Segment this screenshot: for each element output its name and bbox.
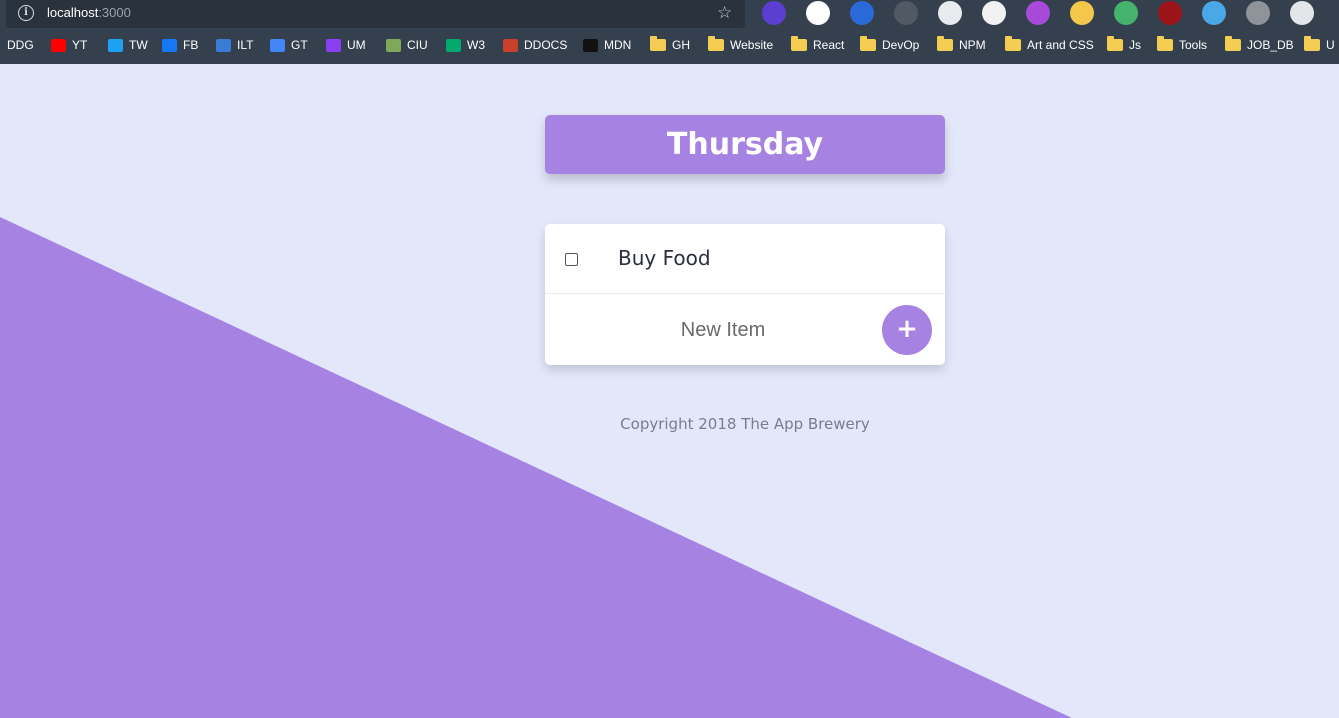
- bookmarks-bar: DDG YT TW FB ILT GT UM CIU W3 DDOCS MDN GH Website Re…: [0, 35, 1339, 55]
- folder-icon: [1225, 36, 1241, 51]
- url-text[interactable]: localhost:3000: [47, 5, 131, 20]
- bookmark-label: MDN: [604, 38, 632, 52]
- favicon-icon: [326, 38, 341, 52]
- folder-icon: [1107, 36, 1123, 51]
- favicon-icon: [503, 38, 518, 52]
- bookmark-gt[interactable]: GT: [270, 35, 308, 55]
- bookmark-label: CIU: [407, 38, 428, 52]
- favicon-icon: [162, 38, 177, 52]
- extension-icon[interactable]: [982, 1, 1006, 25]
- bookmark-yt[interactable]: YT: [51, 35, 87, 55]
- bookmark-tw[interactable]: TW: [108, 35, 148, 55]
- bookmark-fb[interactable]: FB: [162, 35, 198, 55]
- extension-icon[interactable]: [938, 1, 962, 25]
- bookmark-label: W3: [467, 38, 485, 52]
- bookmark-label: Art and CSS: [1027, 38, 1094, 52]
- bookmark-label: DDOCS: [524, 38, 568, 52]
- bookmark-u[interactable]: U: [1304, 35, 1335, 55]
- folder-icon: [791, 36, 807, 51]
- bookmark-website[interactable]: Website: [708, 35, 773, 55]
- site-info-icon[interactable]: i: [18, 5, 34, 21]
- bookmark-tools[interactable]: Tools: [1157, 35, 1207, 55]
- extension-icon[interactable]: [1026, 1, 1050, 25]
- bookmark-art-and-css[interactable]: Art and CSS: [1005, 35, 1094, 55]
- extension-icon[interactable]: [1114, 1, 1138, 25]
- extension-icon[interactable]: [1246, 1, 1270, 25]
- bookmark-gh[interactable]: GH: [650, 35, 690, 55]
- folder-icon: [937, 36, 953, 51]
- extension-icon[interactable]: [1070, 1, 1094, 25]
- folder-icon: [708, 36, 724, 51]
- bookmark-label: NPM: [959, 38, 986, 52]
- favicon-icon: [270, 38, 285, 52]
- folder-icon: [1157, 36, 1173, 51]
- favicon-icon: [583, 38, 598, 52]
- todo-list: Buy Food +: [545, 224, 945, 365]
- extension-icon[interactable]: [806, 1, 830, 25]
- add-item-button[interactable]: +: [882, 305, 932, 355]
- bookmark-ddg[interactable]: DDG: [7, 35, 34, 55]
- bookmark-star-icon[interactable]: ☆: [717, 4, 735, 22]
- favicon-icon: [386, 38, 401, 52]
- favicon-icon: [51, 38, 66, 52]
- bookmark-label: U: [1326, 38, 1335, 52]
- folder-icon: [1304, 36, 1320, 51]
- bookmark-mdn[interactable]: MDN: [583, 35, 631, 55]
- list-item: Buy Food: [545, 224, 945, 294]
- bookmark-label: React: [813, 38, 845, 52]
- address-bar[interactable]: i localhost:3000 ☆: [6, 0, 745, 28]
- bookmark-devop[interactable]: DevOp: [860, 35, 919, 55]
- bookmark-label: DDG: [7, 38, 34, 52]
- favicon-icon: [108, 38, 123, 52]
- extension-icon[interactable]: [1290, 1, 1314, 25]
- extension-icon[interactable]: [1202, 1, 1226, 25]
- item-checkbox[interactable]: [565, 253, 578, 266]
- favicon-icon: [216, 38, 231, 52]
- bookmark-ddocs[interactable]: DDOCS: [503, 35, 567, 55]
- extension-icon[interactable]: [894, 1, 918, 25]
- bookmark-label: YT: [72, 38, 88, 52]
- bookmark-job-db[interactable]: JOB_DB: [1225, 35, 1294, 55]
- bookmark-label: ILT: [237, 38, 254, 52]
- bookmark-label: DevOp: [882, 38, 920, 52]
- extension-icon[interactable]: [850, 1, 874, 25]
- bookmark-label: FB: [183, 38, 199, 52]
- bookmark-um[interactable]: UM: [326, 35, 366, 55]
- bookmark-npm[interactable]: NPM: [937, 35, 986, 55]
- page-viewport: Thursday Buy Food + Copyright 2018 The A…: [0, 64, 1339, 718]
- heading-box: Thursday: [545, 115, 945, 174]
- bookmark-label: Website: [730, 38, 774, 52]
- bookmark-w3[interactable]: W3: [446, 35, 485, 55]
- bookmark-ilt[interactable]: ILT: [216, 35, 253, 55]
- favicon-icon: [446, 38, 461, 52]
- item-label: Buy Food: [618, 246, 711, 270]
- browser-chrome: i localhost:3000 ☆ DDG YT TW FB ILT GT UM CIU W3…: [0, 0, 1339, 64]
- extension-icon[interactable]: [762, 1, 786, 25]
- new-item-input[interactable]: [585, 313, 861, 347]
- folder-icon: [1005, 36, 1021, 51]
- bookmark-label: Tools: [1179, 38, 1208, 52]
- bookmark-label: Js: [1129, 38, 1141, 52]
- folder-icon: [650, 36, 666, 51]
- bookmark-ciu[interactable]: CIU: [386, 35, 428, 55]
- url-port: :3000: [98, 5, 131, 20]
- bookmark-react[interactable]: React: [791, 35, 844, 55]
- copyright-footer: Copyright 2018 The App Brewery: [620, 415, 870, 433]
- extension-icon[interactable]: [1158, 1, 1182, 25]
- bookmark-label: GT: [291, 38, 308, 52]
- bookmark-label: UM: [347, 38, 366, 52]
- bookmark-label: TW: [129, 38, 148, 52]
- folder-icon: [860, 36, 876, 51]
- bookmark-js[interactable]: Js: [1107, 35, 1141, 55]
- bookmark-label: JOB_DB: [1247, 38, 1294, 52]
- bookmark-label: GH: [672, 38, 690, 52]
- extensions-bar: [756, 0, 1339, 28]
- page-title: Thursday: [666, 127, 824, 162]
- url-host: localhost: [47, 5, 99, 20]
- new-item-form: +: [545, 295, 945, 365]
